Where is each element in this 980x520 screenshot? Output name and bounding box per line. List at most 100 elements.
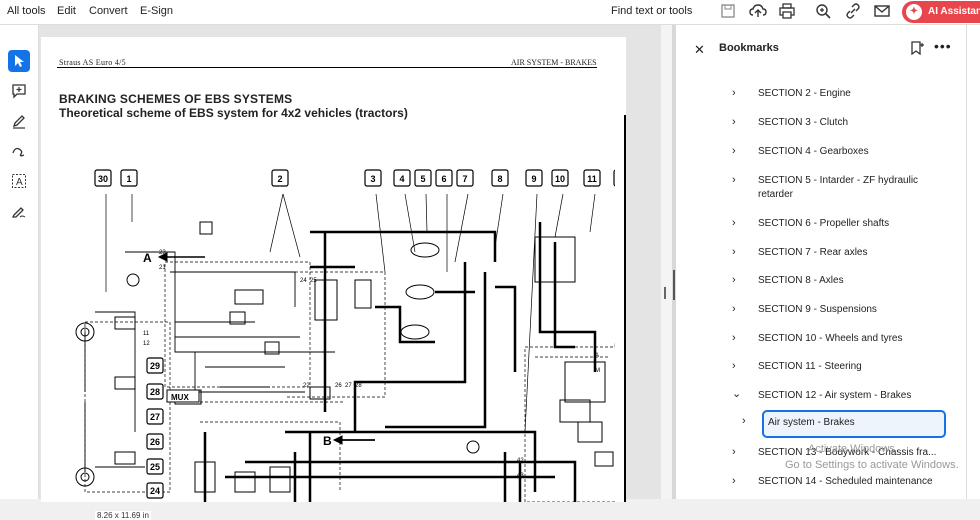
callout-number: 11 bbox=[587, 174, 597, 184]
email-icon[interactable] bbox=[874, 3, 892, 21]
bookmark-label: SECTION 6 - Propeller shafts bbox=[758, 218, 890, 229]
fill-sign-icon[interactable] bbox=[8, 200, 30, 222]
callout-number: 3 bbox=[370, 174, 375, 184]
port-label: 21 bbox=[159, 265, 166, 271]
bookmark-label: SECTION 11 - Steering bbox=[758, 361, 862, 372]
port-label: 23 bbox=[159, 250, 166, 256]
add-comment-icon[interactable] bbox=[8, 80, 30, 102]
callout-number: 6 bbox=[441, 174, 446, 184]
menu-esign[interactable]: E-Sign bbox=[140, 5, 173, 17]
header-rule bbox=[57, 67, 597, 68]
arrow-label-b: B bbox=[323, 434, 332, 448]
port-label: A bbox=[595, 353, 599, 359]
right-panel-rail bbox=[966, 25, 980, 499]
highlight-pen-icon[interactable] bbox=[8, 110, 30, 132]
bookmark-label: SECTION 4 - Gearboxes bbox=[758, 146, 869, 157]
menu-edit[interactable]: Edit bbox=[57, 5, 76, 17]
chevron-right-icon[interactable]: › bbox=[732, 360, 736, 372]
chevron-right-icon[interactable]: › bbox=[732, 446, 736, 458]
save-icon[interactable] bbox=[720, 3, 738, 21]
chevron-right-icon[interactable]: › bbox=[732, 217, 736, 229]
chevron-down-icon[interactable]: ⌄ bbox=[732, 387, 741, 400]
bookmark-child-selected[interactable]: Air system - Brakes bbox=[762, 410, 946, 438]
chevron-right-icon[interactable]: › bbox=[732, 246, 736, 258]
ebs-brake-schematic: 30123456789101112 bbox=[75, 169, 615, 502]
activation-watermark-title: Activate Windows bbox=[808, 443, 895, 455]
bookmark-label: SECTION 10 - Wheels and tyres bbox=[758, 333, 903, 344]
callout-box bbox=[613, 169, 615, 187]
text-recognize-icon[interactable]: A bbox=[8, 170, 30, 192]
callout-number: 4 bbox=[399, 174, 404, 184]
close-icon[interactable]: ✕ bbox=[694, 42, 705, 58]
chevron-right-icon[interactable]: › bbox=[732, 145, 736, 157]
link-icon[interactable] bbox=[845, 3, 863, 21]
callout-number: 5 bbox=[420, 174, 425, 184]
chevron-right-icon[interactable]: › bbox=[732, 174, 736, 186]
bookmark-label: SECTION 5 - Intarder - ZF hydraulic reta… bbox=[758, 175, 919, 200]
port-label: 42 bbox=[517, 458, 524, 464]
callout-number: 26 bbox=[150, 437, 160, 447]
port-label: 28 bbox=[355, 383, 362, 389]
callout-number: 8 bbox=[497, 174, 502, 184]
chevron-right-icon[interactable]: › bbox=[742, 415, 746, 427]
arrow-label-a: A bbox=[143, 251, 152, 265]
svg-text:MUX: MUX bbox=[171, 393, 189, 402]
add-bookmark-icon[interactable] bbox=[910, 41, 924, 56]
page-size-readout: 8.26 x 11.69 in bbox=[95, 511, 151, 520]
page-subtitle: Theoretical scheme of EBS system for 4x2… bbox=[59, 106, 408, 120]
bookmark-label: SECTION 7 - Rear axles bbox=[758, 247, 868, 258]
pdf-page: Straus AS Euro 4/5 AIR SYSTEM - BRAKES B… bbox=[41, 37, 626, 502]
callout-number: 30 bbox=[98, 174, 108, 184]
page-margin-rule bbox=[624, 115, 626, 502]
splitter-grip[interactable] bbox=[673, 270, 675, 300]
bookmark-child-label: Air system - Brakes bbox=[768, 417, 855, 428]
bookmark-label: SECTION 3 - Clutch bbox=[758, 117, 849, 128]
port-label: 43 bbox=[517, 473, 524, 479]
ai-assistant-button[interactable]: ✦ AI Assistant bbox=[902, 1, 980, 23]
bookmark-label: SECTION 8 - Axles bbox=[758, 275, 844, 286]
chevron-right-icon[interactable]: › bbox=[732, 116, 736, 128]
chevron-right-icon[interactable]: › bbox=[732, 87, 736, 99]
more-options-icon[interactable]: ••• bbox=[934, 38, 952, 54]
left-tool-rail: A bbox=[0, 25, 39, 499]
chevron-right-icon[interactable]: › bbox=[732, 303, 736, 315]
chevron-right-icon[interactable]: › bbox=[732, 274, 736, 286]
callout-number: 25 bbox=[150, 462, 160, 472]
ai-assistant-icon: ✦ bbox=[906, 4, 922, 20]
bookmarks-panel: ✕ Bookmarks ••• › SECTION 2 - Engine › SECT… bbox=[676, 25, 966, 499]
ai-assistant-label: AI Assistant bbox=[928, 6, 980, 17]
callout-number: 9 bbox=[531, 174, 536, 184]
print-icon[interactable] bbox=[779, 3, 797, 21]
page-header-right: AIR SYSTEM - BRAKES bbox=[511, 58, 597, 67]
page-header-left: Straus AS Euro 4/5 bbox=[59, 58, 126, 67]
document-viewer[interactable]: Straus AS Euro 4/5 AIR SYSTEM - BRAKES B… bbox=[39, 25, 672, 520]
top-toolbar: All tools Edit Convert E-Sign Find text … bbox=[0, 0, 980, 25]
bookmarks-title: Bookmarks bbox=[719, 42, 779, 54]
callout-number: 28 bbox=[150, 387, 160, 397]
port-label: M bbox=[595, 368, 600, 374]
scroll-grip[interactable] bbox=[664, 287, 666, 299]
draw-freehand-icon[interactable] bbox=[8, 140, 30, 162]
bookmark-label: SECTION 2 - Engine bbox=[758, 88, 851, 99]
callout-number: 24 bbox=[150, 486, 160, 496]
mux-box: MUX bbox=[166, 389, 200, 403]
port-label: 26 bbox=[335, 383, 342, 389]
callout-number: 29 bbox=[150, 361, 160, 371]
callout-number: 1 bbox=[126, 174, 131, 184]
menu-all-tools[interactable]: All tools bbox=[7, 5, 46, 17]
document-scrollbar[interactable] bbox=[661, 25, 672, 499]
chevron-right-icon[interactable]: › bbox=[732, 332, 736, 344]
port-label: 25 bbox=[310, 278, 317, 284]
port-label: 11 bbox=[143, 331, 150, 337]
search-zoom-icon[interactable] bbox=[815, 3, 833, 21]
svg-text:A: A bbox=[16, 177, 23, 188]
find-text-button[interactable]: Find text or tools bbox=[611, 5, 692, 17]
menu-convert[interactable]: Convert bbox=[89, 5, 128, 17]
select-cursor-icon[interactable] bbox=[8, 50, 30, 72]
cloud-upload-icon[interactable] bbox=[749, 3, 767, 21]
port-label: 24 bbox=[300, 278, 307, 284]
callout-number: 2 bbox=[277, 174, 282, 184]
callout-number: 7 bbox=[462, 174, 467, 184]
activation-watermark-text: Go to Settings to activate Windows. bbox=[785, 459, 959, 471]
chevron-right-icon[interactable]: › bbox=[732, 475, 736, 487]
